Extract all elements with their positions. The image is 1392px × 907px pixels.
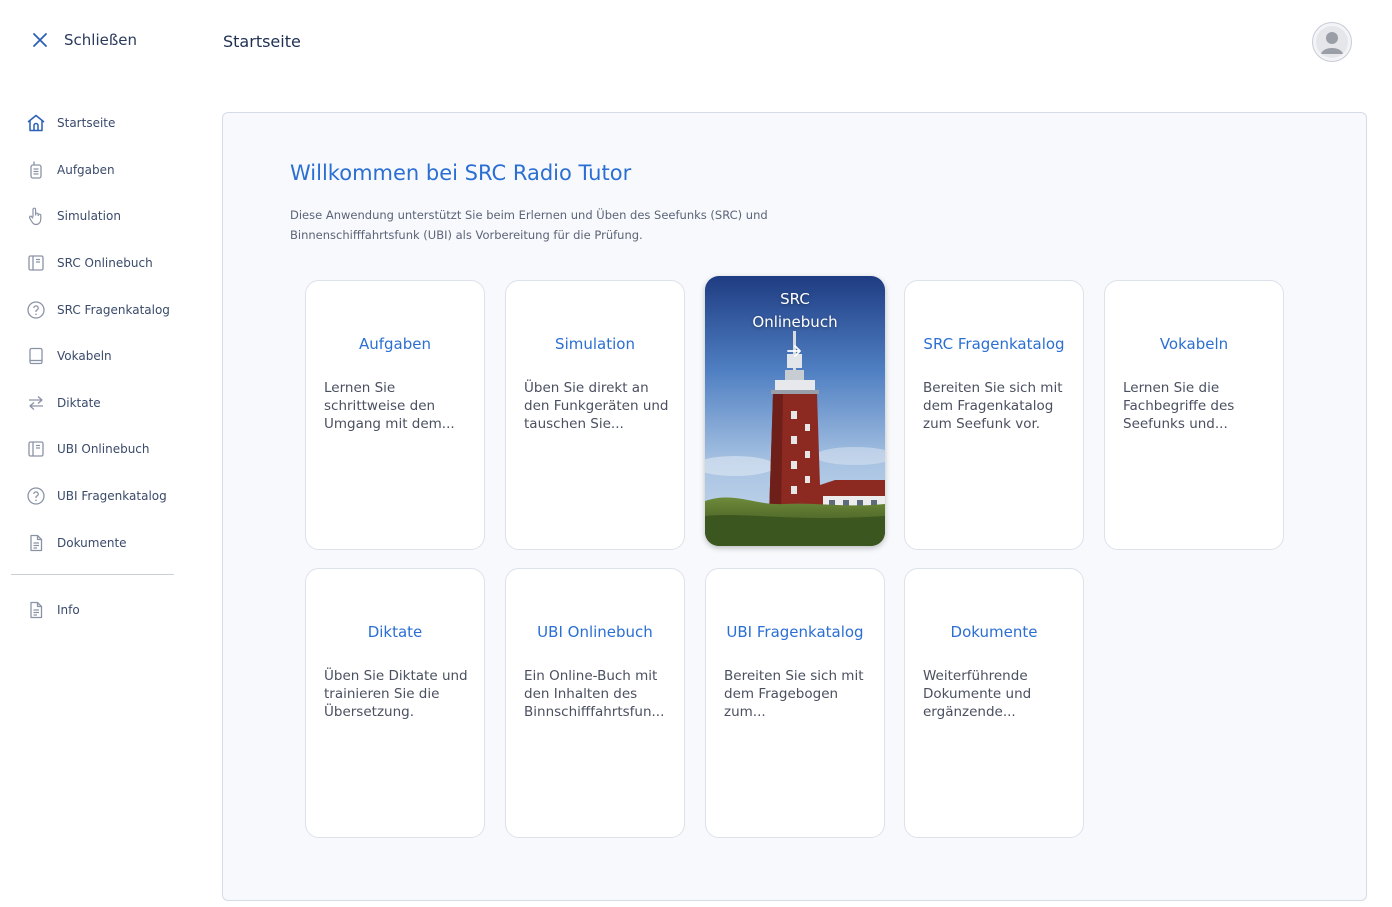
radio-icon	[30, 161, 42, 179]
card-title: UBI Onlinebuch	[537, 623, 653, 641]
question-circle-icon	[27, 301, 45, 319]
card-title: Simulation	[555, 335, 635, 353]
sidebar-nav: Startseite Aufgaben Simulation SRC Onlin…	[26, 100, 186, 566]
avatar[interactable]	[1312, 22, 1352, 62]
card-vokabeln[interactable]: Vokabeln Lernen Sie die Fachbegriffe des…	[1104, 280, 1284, 550]
card-description: Bereiten Sie sich mit dem Fragebogen zum…	[724, 668, 864, 720]
card-diktate[interactable]: Diktate Üben Sie Diktate und trainieren …	[305, 568, 485, 838]
card-description: Lernen Sie schrittweise den Umgang mit d…	[324, 380, 455, 432]
swap-arrows-icon	[29, 395, 43, 410]
card-title-line: SRC	[780, 290, 810, 308]
sidebar-item-vokabeln[interactable]: Vokabeln	[26, 333, 186, 380]
book-open-icon	[28, 255, 44, 271]
card-ubi-onlinebuch[interactable]: UBI Onlinebuch Ein Online-Buch mit den I…	[505, 568, 685, 838]
sidebar-item-ubi-onlinebuch[interactable]: UBI Onlinebuch	[26, 426, 186, 473]
sidebar-divider	[11, 574, 174, 575]
card-title: Dokumente	[950, 623, 1038, 641]
sidebar-item-label: UBI Fragenkatalog	[57, 489, 167, 504]
sidebar-item-label: SRC Onlinebuch	[57, 256, 153, 271]
sidebar-item-label: Vokabeln	[57, 349, 112, 364]
sidebar-item-label: Diktate	[57, 395, 101, 410]
document-icon	[30, 602, 43, 619]
sidebar-item-diktate[interactable]: Diktate	[26, 380, 186, 427]
page-title: Startseite	[223, 32, 301, 51]
sidebar-item-aufgaben[interactable]: Aufgaben	[26, 147, 186, 194]
sidebar-item-label: Dokumente	[57, 535, 127, 550]
sidebar-item-simulation[interactable]: Simulation	[26, 193, 186, 240]
card-title: Vokabeln	[1159, 335, 1229, 353]
card-ubi-fragenkatalog[interactable]: UBI Fragenkatalog Bereiten Sie sich mit …	[705, 568, 885, 838]
document-icon	[30, 534, 43, 551]
sidebar-item-src-onlinebuch[interactable]: SRC Onlinebuch	[26, 240, 186, 287]
intro-text: Diese Anwendung unterstützt Sie beim Erl…	[290, 208, 768, 242]
main-panel: Willkommen bei SRC Radio Tutor Diese Anw…	[222, 112, 1367, 901]
card-title: Diktate	[367, 623, 423, 641]
card-image-title: SRC Onlinebuch	[705, 288, 885, 334]
card-title: UBI Fragenkatalog	[726, 623, 864, 641]
card-description: Üben Sie direkt an den Funkgeräten und t…	[524, 380, 669, 432]
sidebar-item-dokumente[interactable]: Dokumente	[26, 519, 186, 566]
arrow-right-icon	[787, 345, 801, 357]
card-src-fragenkatalog[interactable]: SRC Fragenkatalog Bereiten Sie sich mit …	[904, 280, 1084, 550]
close-label: Schließen	[64, 31, 138, 49]
close-button[interactable]: Schließen	[30, 30, 137, 50]
sidebar-item-label: SRC Fragenkatalog	[57, 302, 170, 317]
card-dokumente[interactable]: Dokumente Weiterführende Dokumente und e…	[904, 568, 1084, 838]
user-avatar-icon	[1316, 26, 1348, 58]
card-description: Weiterführende Dokumente und ergänzende.…	[923, 668, 1032, 720]
card-title-line: Onlinebuch	[752, 313, 838, 331]
card-description: Lernen Sie die Fachbegriffe des Seefunks…	[1123, 380, 1235, 432]
sidebar-item-startseite[interactable]: Startseite	[26, 100, 186, 147]
sidebar-item-label: Simulation	[57, 209, 121, 224]
card-title: Aufgaben	[358, 335, 432, 353]
card-aufgaben[interactable]: Aufgaben Lernen Sie schrittweise den Umg…	[305, 280, 485, 550]
app-root: Schließen Startseite Aufgaben Simulation…	[0, 0, 1392, 907]
card-simulation[interactable]: Simulation Üben Sie direkt an den Funkge…	[505, 280, 685, 550]
close-icon	[33, 33, 47, 47]
sidebar-item-ubi-fragenkatalog[interactable]: UBI Fragenkatalog	[26, 473, 186, 520]
sidebar-item-src-fragenkatalog[interactable]: SRC Fragenkatalog	[26, 286, 186, 333]
card-description: Bereiten Sie sich mit dem Fragenkatalog …	[923, 380, 1063, 432]
notebook-icon	[29, 348, 43, 365]
card-src-onlinebuch[interactable]: SRC Onlinebuch	[705, 276, 885, 546]
home-icon	[27, 115, 45, 132]
card-description: Üben Sie Diktate und trainieren Sie die …	[324, 668, 468, 720]
card-title: SRC Fragenkatalog	[923, 335, 1065, 353]
sidebar-item-label: Startseite	[57, 116, 116, 131]
book-open-icon	[28, 441, 44, 458]
hand-pointer-icon	[28, 208, 42, 226]
welcome-title: Willkommen bei SRC Radio Tutor	[290, 161, 632, 185]
sidebar-item-info[interactable]: Info	[26, 587, 80, 634]
sidebar-item-label: Info	[57, 603, 80, 618]
question-circle-icon	[27, 487, 45, 505]
sidebar-item-label: Aufgaben	[57, 162, 115, 177]
card-description: Ein Online-Buch mit den Inhalten des Bin…	[524, 668, 665, 720]
sidebar-item-label: UBI Onlinebuch	[57, 442, 150, 457]
